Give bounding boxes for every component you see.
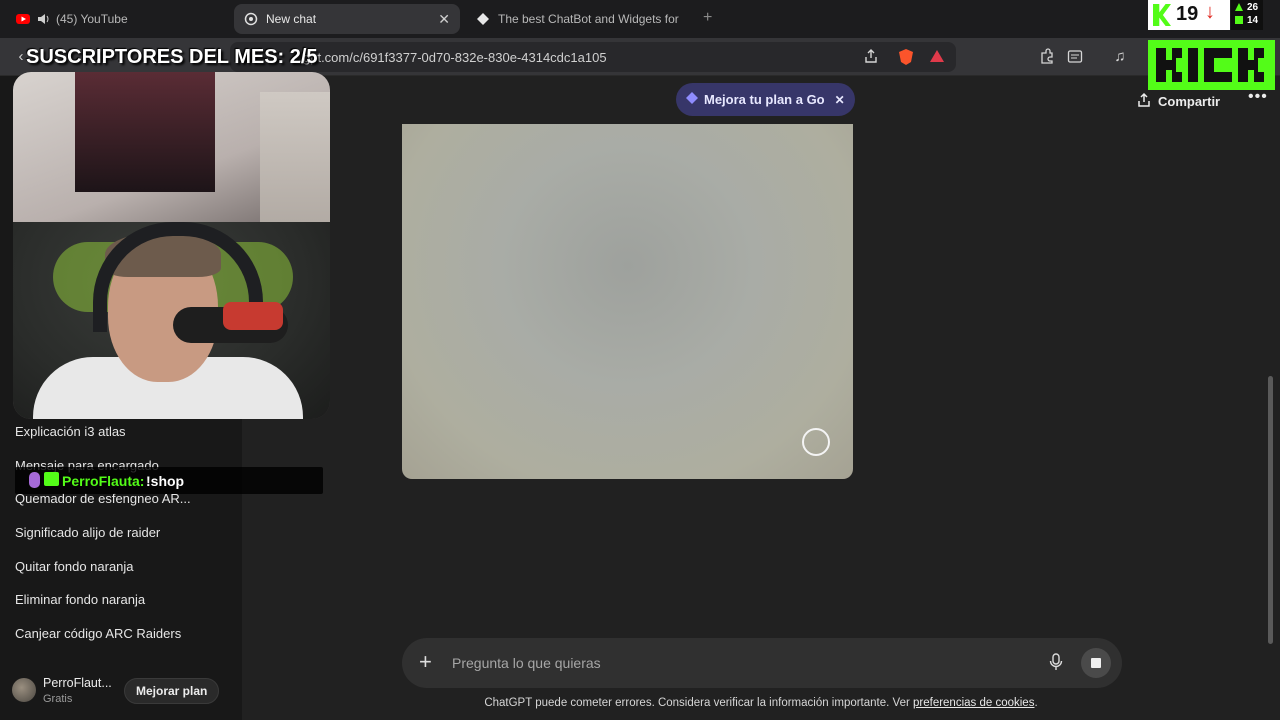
subscribers-title: SUSCRIPTORES DEL MES: 2/5 [26,46,318,68]
square-icon [1235,16,1243,24]
chat-message-overlay: PerroFlauta: !shop [15,467,323,494]
viewer-count: 19 [1176,3,1199,25]
prompt-input[interactable]: Pregunta lo que quieras [452,655,601,671]
close-icon[interactable]: ✕ [835,93,845,107]
cookie-preferences-link[interactable]: preferencias de cookies [913,697,1034,709]
stat-top: 26 [1247,2,1259,13]
url-text: …gpt.com/c/691f3377-0d70-832e-830e-4314c… [290,50,607,65]
scrollbar[interactable] [1268,376,1273,644]
kick-logo-icon [1148,40,1275,90]
brave-shield-icon[interactable] [897,48,915,66]
reader-icon[interactable] [1066,48,1084,66]
speaker-icon[interactable] [38,12,50,26]
microphone-badge-icon [29,472,40,488]
user-plan: Gratis [43,693,73,705]
upgrade-pill-label: Mejora tu plan a Go [704,92,825,107]
tab-label: New chat [266,12,317,26]
webcam-overlay [13,72,330,419]
user-name: PerroFlaut... [43,676,112,690]
chat-message: !shop [146,473,185,489]
media-icon[interactable]: ♫ [1111,48,1129,66]
avatar [12,678,36,702]
sidebar-item-chat[interactable]: Quitar fondo naranja [15,559,134,574]
rewards-icon[interactable] [928,48,946,66]
share-button[interactable]: Compartir [1136,92,1220,111]
screen: (45) YouTube New chat ✕ The best ChatBot… [0,0,1280,720]
share-label: Compartir [1158,94,1221,109]
sidebar-item-chat[interactable]: Eliminar fondo naranja [15,592,145,607]
webcam-mic-cover [223,302,283,330]
microphone-icon[interactable] [1047,653,1065,673]
more-options-icon[interactable]: ••• [1248,88,1268,106]
generating-image [402,124,853,479]
stream-stats: 26 14 [1231,0,1263,30]
down-arrow-icon: ↓ [1205,1,1215,23]
upgrade-plan-button[interactable]: Mejorar plan [124,678,220,704]
chat-username: PerroFlauta: [62,473,145,489]
disclaimer-text: ChatGPT puede cometer errores. Considera… [484,697,913,709]
stop-button[interactable] [1081,648,1111,678]
up-triangle-icon [1235,3,1243,11]
tab-label: The best ChatBot and Widgets for Ki [498,12,682,26]
user-menu[interactable]: PerroFlaut... Gratis Mejorar plan [0,662,242,720]
loading-spinner-icon [802,428,830,456]
gift-badge-icon [44,472,59,486]
tab-youtube[interactable]: (45) YouTube [6,4,230,34]
close-icon[interactable]: ✕ [438,11,450,28]
browser-tabstrip: (45) YouTube New chat ✕ The best ChatBot… [0,0,1280,38]
sidebar-item-chat[interactable]: Significado alijo de raider [15,525,160,540]
openai-icon [244,12,258,26]
extensions-icon[interactable] [1038,48,1056,66]
sidebar-item-chat[interactable]: Explicación i3 atlas [15,424,126,439]
stat-bottom: 14 [1247,15,1259,26]
webcam-poster [75,72,215,192]
tab-chatbot[interactable]: The best ChatBot and Widgets for Ki [466,4,694,34]
tab-label: (45) YouTube [56,12,128,26]
composer[interactable]: + Pregunta lo que quieras [402,638,1122,688]
diamond-icon [476,12,490,26]
share-icon [1136,92,1152,111]
address-bar[interactable]: …gpt.com/c/691f3377-0d70-832e-830e-4314c… [230,42,956,72]
viewer-counter: 19 ↓ [1148,0,1230,30]
stop-icon [1091,658,1101,668]
upgrade-go-pill[interactable]: Mejora tu plan a Go ✕ [676,83,855,116]
chat-main: Mejora tu plan a Go ✕ Compartir ••• + Pr… [242,76,1280,720]
new-tab-button[interactable]: + [703,9,712,27]
disclaimer-end: . [1034,697,1038,709]
disclaimer: ChatGPT puede cometer errores. Considera… [242,697,1280,709]
sparkle-icon [686,92,698,107]
tab-new-chat[interactable]: New chat ✕ [234,4,460,34]
plus-icon[interactable]: + [419,650,432,674]
youtube-icon [16,12,30,26]
kick-k-icon [1153,4,1171,26]
sidebar-item-chat[interactable]: Canjear código ARC Raiders [15,626,181,641]
share-icon[interactable] [862,48,880,66]
kick-logo [1148,40,1275,90]
